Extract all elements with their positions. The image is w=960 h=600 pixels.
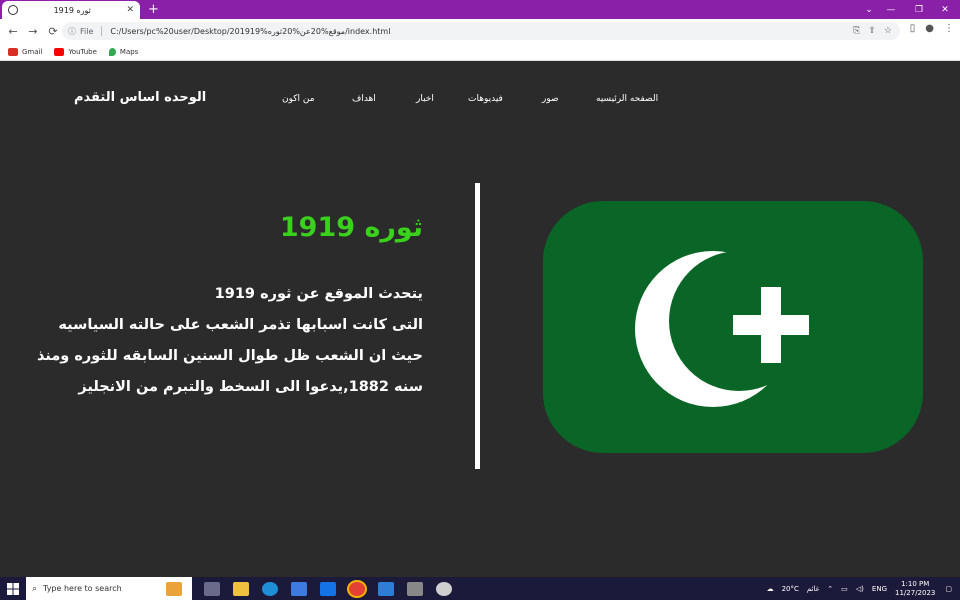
weather-temp[interactable]: 20°C xyxy=(782,585,799,593)
side-panel-icon[interactable]: ▯ xyxy=(910,23,916,34)
bookmark-label: Maps xyxy=(119,47,139,56)
paragraph-line: التى كانت اسبابها تذمر الشعب على حالته ا… xyxy=(58,317,423,333)
bookmark-youtube[interactable]: YouTube xyxy=(54,47,97,56)
menu-icon[interactable]: ⋮ xyxy=(944,23,954,34)
forward-button[interactable]: → xyxy=(26,24,40,38)
browser-toolbar: ← → ⟳ ⓘ File C:/Users/pc%20user/Desktop/… xyxy=(0,19,960,43)
nav-news[interactable]: اخبار xyxy=(416,94,434,104)
globe-icon xyxy=(8,5,18,15)
browser-tab[interactable]: ثوره 1919 ✕ xyxy=(2,1,140,19)
url-scheme-label: File xyxy=(80,26,94,36)
paragraph-line: يتحدث الموقع عن ثوره 1919 xyxy=(214,286,423,302)
address-bar[interactable]: ⓘ File C:/Users/pc%20user/Desktop/201919… xyxy=(62,22,900,40)
bookmark-label: YouTube xyxy=(68,47,97,56)
app-icon[interactable] xyxy=(436,581,452,596)
bookmarks-bar: Gmail YouTube Maps xyxy=(0,43,960,61)
address-separator xyxy=(101,26,103,36)
notification-icon[interactable]: ▢ xyxy=(945,585,952,593)
tab-close-button[interactable]: ✕ xyxy=(126,5,134,15)
search-icon: ⌕ xyxy=(32,583,38,594)
paragraph-line: حيث ان الشعب ظل طوال السنين السابقه للثو… xyxy=(37,348,423,364)
task-view-icon[interactable] xyxy=(204,581,220,596)
search-placeholder: Type here to search xyxy=(43,584,122,593)
nav-goals[interactable]: اهداف xyxy=(352,94,376,104)
system-tray: ☁ 20°C غائم ⌃ ▭ ◁) ENG 1:10 PM 11/27/202… xyxy=(767,577,960,600)
cloud-icon: ☁ xyxy=(766,584,774,593)
info-icon[interactable]: ⓘ xyxy=(68,26,76,37)
tab-title: ثوره 1919 xyxy=(53,5,91,15)
intro-paragraph: يتحدث الموقع عن ثوره 1919 التى كانت اسبا… xyxy=(37,279,423,403)
share-icon[interactable]: ⇪ xyxy=(868,26,876,36)
clock-date: 11/27/2023 xyxy=(895,588,936,597)
chrome-icon[interactable] xyxy=(349,581,365,596)
page-heading: ثوره 1919 xyxy=(279,212,423,243)
close-window-button[interactable]: ✕ xyxy=(932,0,958,19)
translate-icon[interactable]: ⎘ xyxy=(853,26,860,36)
weather-label: غائم xyxy=(806,584,820,593)
gmail-icon xyxy=(8,47,18,56)
file-explorer-icon[interactable] xyxy=(233,581,249,596)
clock-time: 1:10 PM xyxy=(901,579,930,588)
bookmark-gmail[interactable]: Gmail xyxy=(8,47,43,56)
crescent-cross-flag-image xyxy=(543,201,923,453)
nav-photos[interactable]: صور xyxy=(542,94,559,104)
toolbar-right: ▯ ● ⋮ xyxy=(910,23,954,34)
network-icon[interactable]: ▭ xyxy=(841,585,848,593)
new-tab-button[interactable]: + xyxy=(148,1,159,18)
url-text[interactable]: C:/Users/pc%20user/Desktop/201919%موقع%2… xyxy=(110,27,390,36)
volume-icon[interactable]: ◁) xyxy=(856,585,864,593)
nav-home[interactable]: الصفحه الرئيسيه xyxy=(596,94,658,104)
reload-button[interactable]: ⟳ xyxy=(46,24,60,38)
profile-icon[interactable]: ● xyxy=(925,23,934,34)
language-indicator[interactable]: ENG xyxy=(872,585,887,593)
chevron-up-icon[interactable]: ⌃ xyxy=(827,585,833,593)
clock[interactable]: 1:10 PM 11/27/2023 xyxy=(895,580,935,598)
store-icon[interactable] xyxy=(291,581,307,596)
site-brand[interactable]: الوحده اساس التقدم xyxy=(74,90,206,105)
back-button[interactable]: ← xyxy=(6,24,20,38)
minimize-button[interactable]: — xyxy=(878,0,904,19)
bookmark-label: Gmail xyxy=(22,47,43,56)
bookmark-maps[interactable]: Maps xyxy=(108,47,139,56)
browser-titlebar: ثوره 1919 ✕ + ⌄ — ❐ ✕ xyxy=(0,0,960,19)
restore-button[interactable]: ❐ xyxy=(906,0,932,19)
windows-logo-icon xyxy=(7,582,19,595)
start-button[interactable] xyxy=(0,577,26,600)
windows-taskbar: ⌕ Type here to search ☁ 20°C غائم ⌃ ▭ ◁)… xyxy=(0,577,960,600)
youtube-icon xyxy=(54,47,65,56)
paragraph-line: سنه 1882,يدعوا الى السخط والتبرم من الان… xyxy=(78,379,423,395)
web-page: الوحده اساس التقدم الصفحه الرئيسيه صور ف… xyxy=(0,62,960,577)
crescent-cross-icon xyxy=(635,251,809,407)
maps-pin-icon xyxy=(108,47,116,56)
vscode-icon[interactable] xyxy=(378,581,394,596)
calculator-icon[interactable] xyxy=(407,581,423,596)
nav-about[interactable]: من اكون xyxy=(282,94,315,104)
nav-videos[interactable]: فيديوهات xyxy=(468,94,503,104)
bookmark-star-icon[interactable]: ☆ xyxy=(884,26,892,36)
vertical-divider xyxy=(475,183,480,469)
mail-icon[interactable] xyxy=(320,581,336,596)
news-widget-icon[interactable] xyxy=(166,581,182,596)
edge-icon[interactable] xyxy=(262,581,278,596)
address-bar-actions: ⎘ ⇪ ☆ xyxy=(853,26,892,36)
